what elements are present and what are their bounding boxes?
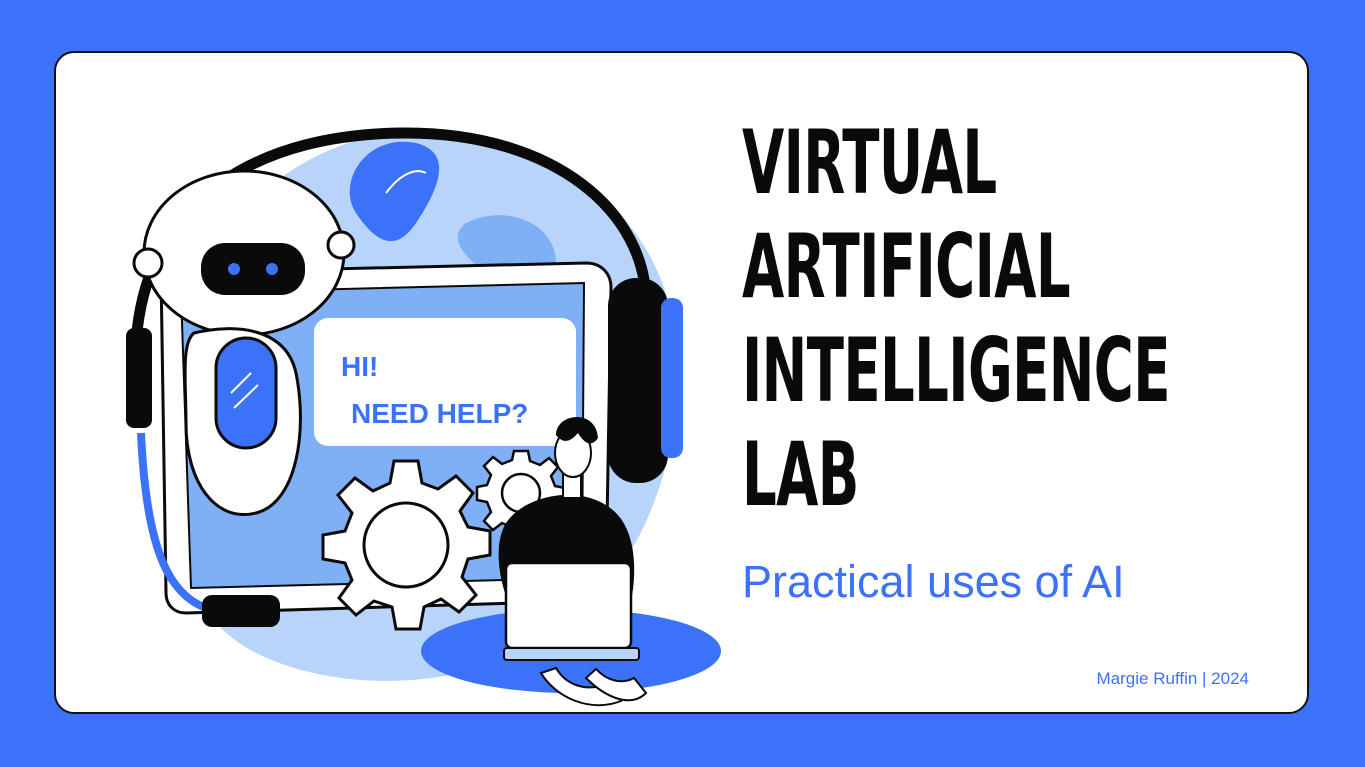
- title-line-3: INTELLIGENCE: [742, 319, 1170, 422]
- gear-icon: [321, 459, 492, 631]
- ai-assistant-illustration: HI! NEED HELP?: [126, 127, 721, 707]
- slide-title: VIRTUAL ARTIFICIAL INTELLIGENCE LAB: [742, 111, 1170, 527]
- title-line-1: VIRTUAL: [742, 111, 997, 214]
- title-line-2: ARTIFICIAL: [742, 215, 1071, 318]
- speech-bubble: HI! NEED HELP?: [314, 318, 576, 446]
- slide-subtitle: Practical uses of AI: [742, 556, 1125, 607]
- title-line-4: LAB: [742, 423, 859, 526]
- laptop-icon: [503, 561, 640, 661]
- headset-mic: [202, 595, 280, 627]
- slide-frame: HI! NEED HELP? VIRTUAL ARTIFICIAL INTELL…: [0, 0, 1365, 767]
- headset-right-earpad: [608, 278, 668, 483]
- author-date-footer: Margie Ruffin | 2024: [1096, 669, 1249, 688]
- bubble-text-line2: NEED HELP?: [351, 398, 528, 429]
- headset-left-earpad: [126, 328, 152, 428]
- bubble-text-line1: HI!: [341, 351, 378, 382]
- slide-card: HI! NEED HELP? VIRTUAL ARTIFICIAL INTELL…: [54, 51, 1309, 714]
